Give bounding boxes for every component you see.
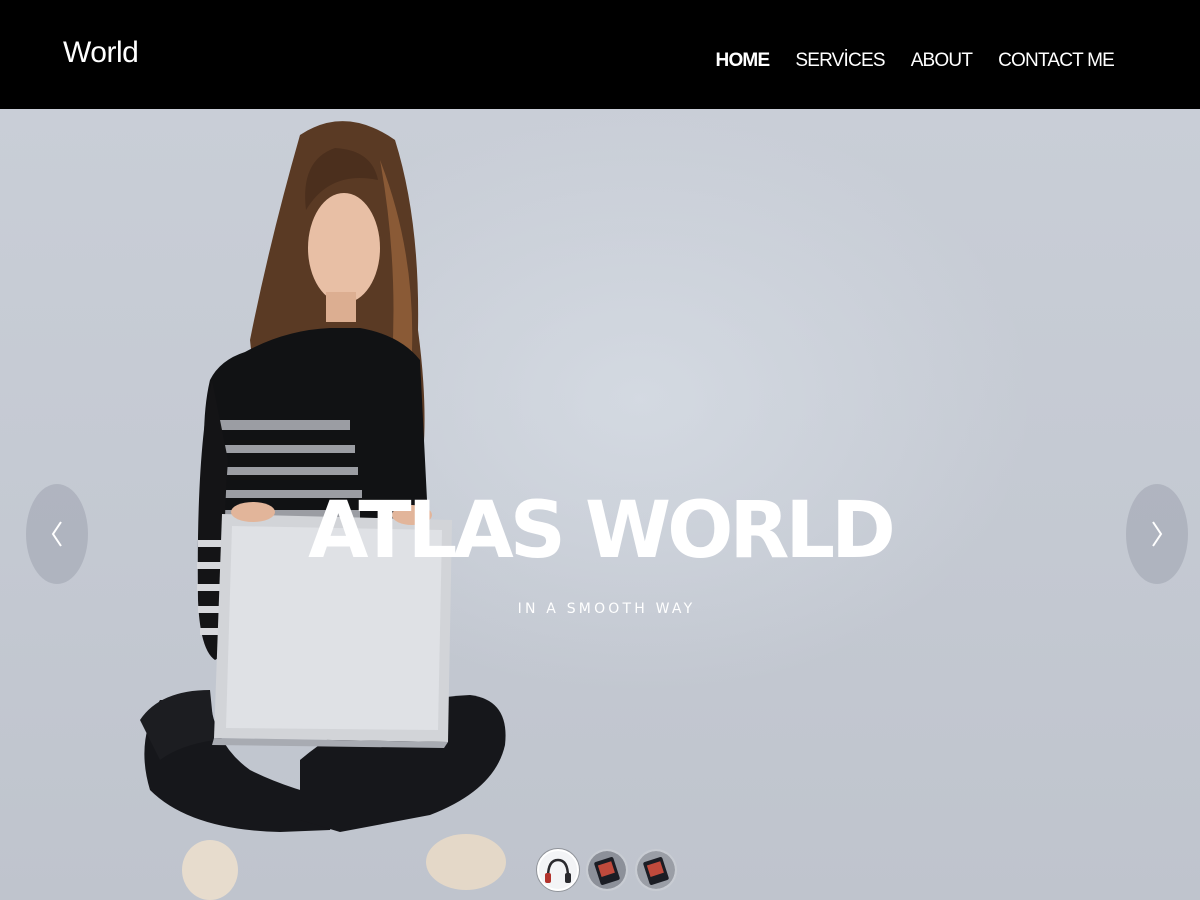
headphones-icon (545, 858, 571, 883)
main-nav: HOME SERVİCES ABOUT CONTACT ME (716, 49, 1115, 73)
tablet-icon (588, 851, 626, 889)
hero-slider: ATLAS WORLD IN A SMOOTH WAY (0, 109, 1200, 900)
slider-prev-button[interactable] (26, 484, 88, 584)
slider-thumbnails (537, 849, 677, 891)
brand-logo[interactable]: World (63, 36, 139, 70)
nav-item-about[interactable]: ABOUT (911, 49, 973, 73)
hero-subtitle: IN A SMOOTH WAY (517, 601, 696, 617)
chevron-right-icon (1152, 521, 1163, 547)
slider-thumbnail[interactable] (537, 849, 579, 891)
nav-item-contact[interactable]: CONTACT ME (998, 49, 1115, 73)
slider-next-button[interactable] (1126, 484, 1188, 584)
hero-title: ATLAS WORLD (308, 486, 896, 576)
nav-item-services[interactable]: SERVİCES (795, 49, 885, 73)
nav-item-home[interactable]: HOME (716, 49, 771, 73)
tablet-icon (637, 851, 675, 889)
slider-thumbnail[interactable] (635, 849, 677, 891)
chevron-left-icon (51, 521, 62, 547)
slider-thumbnail[interactable] (586, 849, 628, 891)
top-navbar: World HOME SERVİCES ABOUT CONTACT ME (0, 0, 1200, 109)
